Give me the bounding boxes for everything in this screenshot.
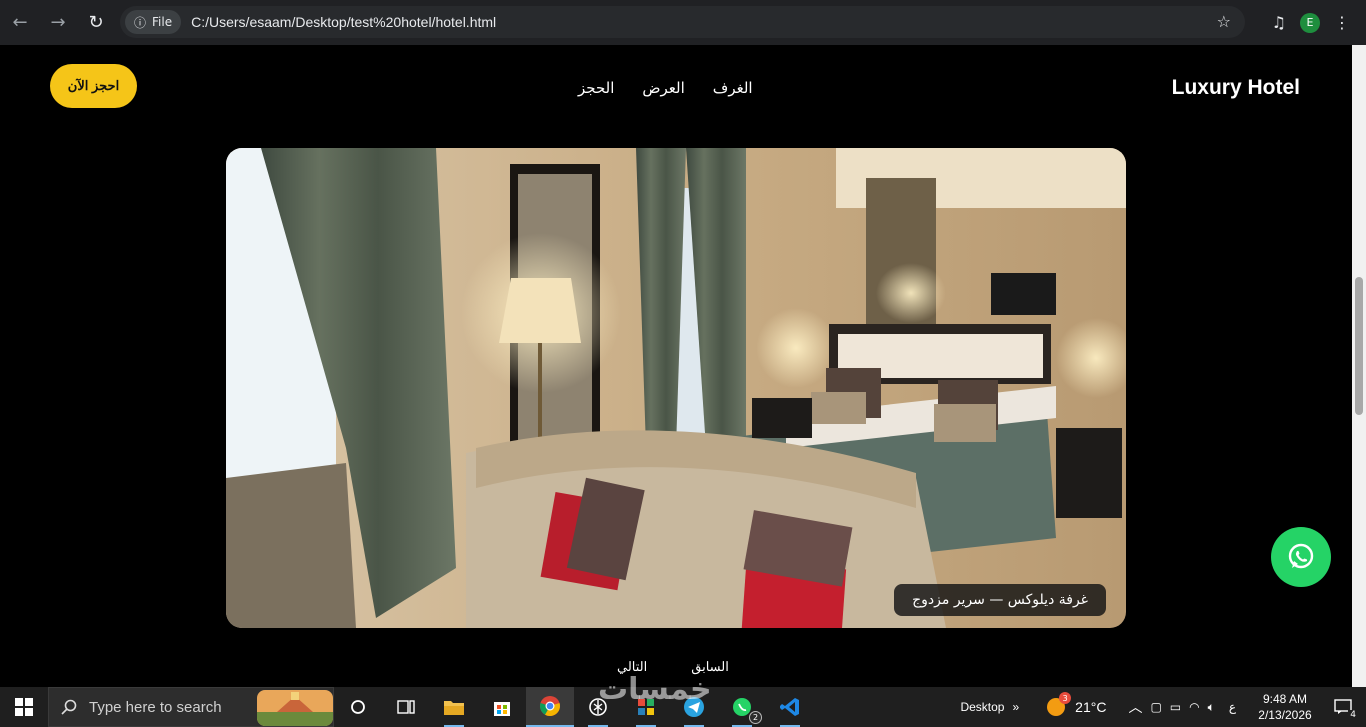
browser-toolbar: ← → ↻ ⓘ File C:/Users/esaam/Desktop/test… xyxy=(0,0,1366,45)
profile-avatar[interactable]: E xyxy=(1300,12,1320,33)
telegram-icon[interactable] xyxy=(670,687,718,727)
next-slide-button[interactable]: التالي xyxy=(617,659,647,675)
windows-icon xyxy=(15,698,33,716)
page-scrollbar[interactable] xyxy=(1352,45,1366,687)
taskbar-search[interactable]: Type here to search xyxy=(48,687,334,727)
weather-icon[interactable]: 3 xyxy=(1045,692,1072,718)
search-highlight-image xyxy=(257,690,333,726)
site-logo[interactable]: Luxury Hotel xyxy=(1172,76,1300,100)
room-slider: غرفة ديلوكس — سرير مزدوج xyxy=(226,148,1126,628)
whatsapp-float-button[interactable] xyxy=(1271,527,1331,587)
nav-link-booking[interactable]: الحجز xyxy=(578,79,614,97)
search-icon xyxy=(61,699,77,715)
slide-caption: غرفة ديلوكس — سرير مزدوج xyxy=(894,584,1106,616)
start-button[interactable] xyxy=(0,687,48,727)
temperature-readout[interactable]: 21°C xyxy=(1075,699,1106,715)
task-view-icon[interactable] xyxy=(382,687,430,727)
forward-icon[interactable]: → xyxy=(40,5,76,41)
whatsapp-icon xyxy=(1288,543,1314,569)
clock-date: 2/13/2026 xyxy=(1258,708,1312,722)
volume-icon[interactable]: 🔈︎ xyxy=(1208,700,1215,715)
page-viewport: Luxury Hotel الغرف العرض الحجز احجز الآن xyxy=(0,45,1352,687)
whatsapp-badge: 2 xyxy=(749,711,762,724)
file-explorer-icon[interactable] xyxy=(430,687,478,727)
site-info-chip[interactable]: ⓘ File xyxy=(125,10,182,34)
cortana-icon[interactable] xyxy=(334,687,382,727)
reload-icon[interactable]: ↻ xyxy=(78,5,114,41)
show-hidden-icons-chevron-icon[interactable]: ︿ xyxy=(1128,697,1142,717)
clock-time: 9:48 AM xyxy=(1262,692,1308,706)
whatsapp-taskbar-icon[interactable]: 2 xyxy=(718,687,766,727)
prev-slide-button[interactable]: السابق xyxy=(691,659,729,675)
site-chip-label: File xyxy=(152,15,173,29)
desktop-toolbar-label[interactable]: Desktop xyxy=(960,700,1004,714)
main-nav: الغرف العرض الحجز xyxy=(578,79,753,97)
info-icon: ⓘ xyxy=(134,15,147,30)
notification-count: 4 xyxy=(1348,710,1358,720)
language-indicator[interactable]: ع xyxy=(1229,700,1236,714)
office-icon[interactable] xyxy=(622,687,670,727)
slider-controls: السابق التالي xyxy=(617,659,729,675)
site-header: Luxury Hotel الغرف العرض الحجز احجز الآن xyxy=(0,45,1352,135)
back-icon[interactable]: ← xyxy=(2,5,38,41)
notifications-icon[interactable]: 4 xyxy=(1328,692,1358,722)
chatgpt-icon[interactable] xyxy=(574,687,622,727)
system-tray: Desktop » 3 21°C ︿ ▢ ▭ ◠ 🔈︎ ع 9:48 AM 2/… xyxy=(960,687,1366,727)
store-icon[interactable] xyxy=(478,687,526,727)
vscode-icon[interactable] xyxy=(766,687,814,727)
wifi-icon[interactable]: ◠ xyxy=(1189,700,1199,714)
nav-link-offers[interactable]: العرض xyxy=(642,79,684,97)
nav-link-rooms[interactable]: الغرف xyxy=(713,79,753,97)
book-now-button[interactable]: احجز الآن xyxy=(50,64,137,108)
media-control-icon[interactable]: ♫ xyxy=(1272,13,1286,32)
chrome-icon[interactable] xyxy=(526,687,574,727)
url-text[interactable]: C:/Users/esaam/Desktop/test%20hotel/hote… xyxy=(191,14,496,30)
meet-now-icon[interactable]: ▢ xyxy=(1150,700,1161,714)
taskbar-clock[interactable]: 9:48 AM 2/13/2026 xyxy=(1250,691,1320,723)
search-placeholder: Type here to search xyxy=(89,698,222,716)
toolbar-expand-icon[interactable]: » xyxy=(1012,700,1019,714)
bookmark-star-icon[interactable]: ☆ xyxy=(1217,12,1231,31)
scrollbar-thumb[interactable] xyxy=(1355,277,1363,415)
battery-icon[interactable]: ▭ xyxy=(1170,700,1181,714)
weather-badge: 3 xyxy=(1059,692,1072,704)
menu-icon[interactable]: ⋮ xyxy=(1334,13,1350,32)
windows-taskbar: Type here to search 2 Desktop » 3 21°C ︿… xyxy=(0,687,1366,727)
room-photo xyxy=(226,148,1126,628)
address-bar[interactable]: ⓘ File C:/Users/esaam/Desktop/test%20hot… xyxy=(120,6,1245,38)
